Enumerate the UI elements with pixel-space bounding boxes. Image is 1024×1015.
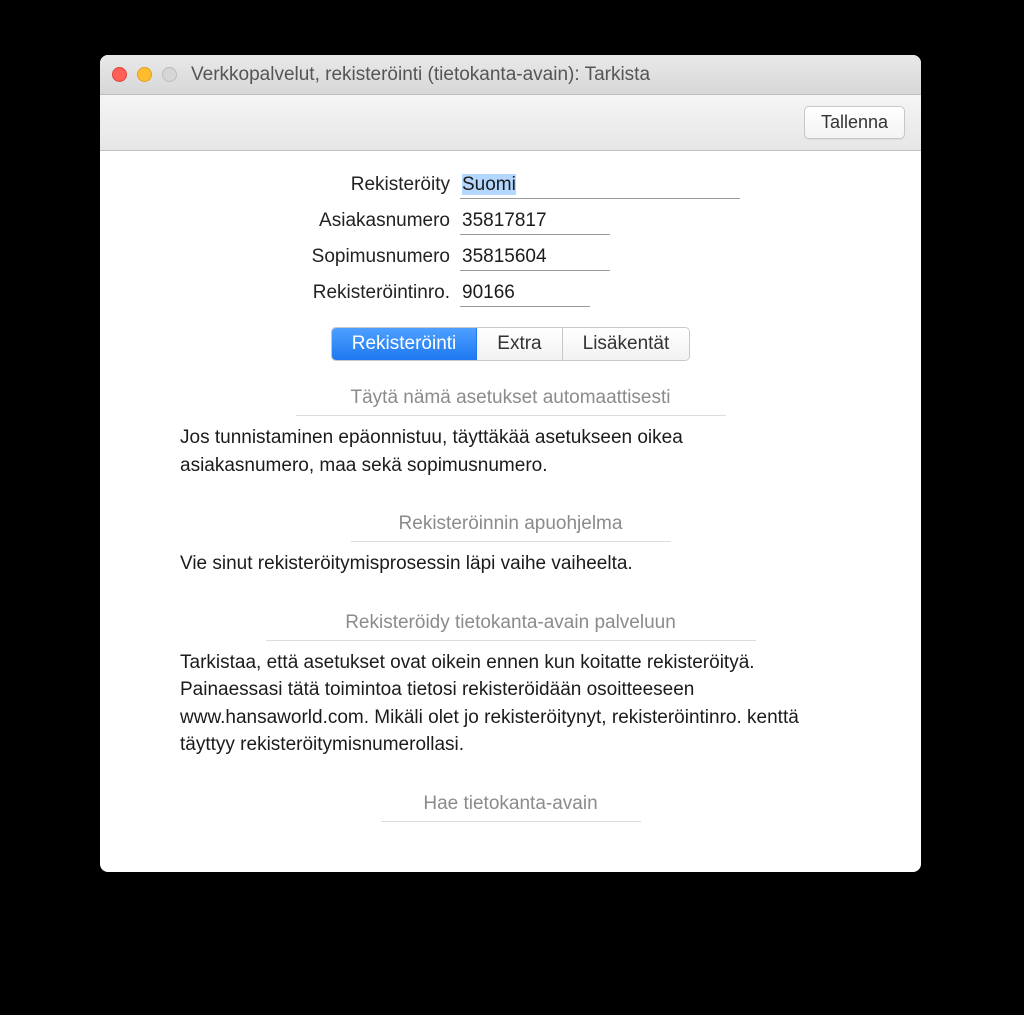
asiakasnumero-field[interactable] <box>460 209 610 235</box>
close-icon[interactable] <box>112 67 127 82</box>
wizard-body: Vie sinut rekisteröitymisprosessin läpi … <box>180 550 820 578</box>
auto-fill-header[interactable]: Täytä nämä asetukset automaattisesti <box>296 385 726 416</box>
content: Rekisteröity Suomi Asiakasnumero Sopimus… <box>100 151 921 822</box>
sopimusnumero-label: Sopimusnumero <box>170 246 460 268</box>
rekisteroity-value: Suomi <box>462 174 516 195</box>
form: Rekisteröity Suomi Asiakasnumero Sopimus… <box>170 173 851 307</box>
rekisterointinro-label: Rekisteröintinro. <box>170 282 460 304</box>
titlebar: Verkkopalvelut, rekisteröinti (tietokant… <box>100 55 921 95</box>
zoom-icon[interactable] <box>162 67 177 82</box>
register-key-body: Tarkistaa, että asetukset ovat oikein en… <box>180 649 820 759</box>
fetch-key-header[interactable]: Hae tietokanta-avain <box>381 791 641 822</box>
rekisteroity-field[interactable]: Suomi <box>460 173 740 199</box>
tab-rekisterointi[interactable]: Rekisteröinti <box>332 328 478 360</box>
minimize-icon[interactable] <box>137 67 152 82</box>
wizard-header[interactable]: Rekisteröinnin apuohjelma <box>351 511 671 542</box>
rekisterointinro-field[interactable] <box>460 281 590 307</box>
rekisteroity-label: Rekisteröity <box>170 174 460 196</box>
traffic-lights <box>112 67 177 82</box>
window-title: Verkkopalvelut, rekisteröinti (tietokant… <box>191 64 650 86</box>
auto-fill-body: Jos tunnistaminen epäonnistuu, täyttäkää… <box>180 424 820 479</box>
sopimusnumero-field[interactable] <box>460 245 610 271</box>
save-button[interactable]: Tallenna <box>804 106 905 139</box>
tab-extra[interactable]: Extra <box>477 328 562 360</box>
segmented-tabs: Rekisteröinti Extra Lisäkentät <box>331 327 691 361</box>
asiakasnumero-label: Asiakasnumero <box>170 210 460 232</box>
tab-lisakentat[interactable]: Lisäkentät <box>563 328 690 360</box>
toolbar: Tallenna <box>100 95 921 151</box>
window: Verkkopalvelut, rekisteröinti (tietokant… <box>100 55 921 872</box>
tabs: Rekisteröinti Extra Lisäkentät <box>170 327 851 361</box>
register-key-header[interactable]: Rekisteröidy tietokanta-avain palveluun <box>266 610 756 641</box>
